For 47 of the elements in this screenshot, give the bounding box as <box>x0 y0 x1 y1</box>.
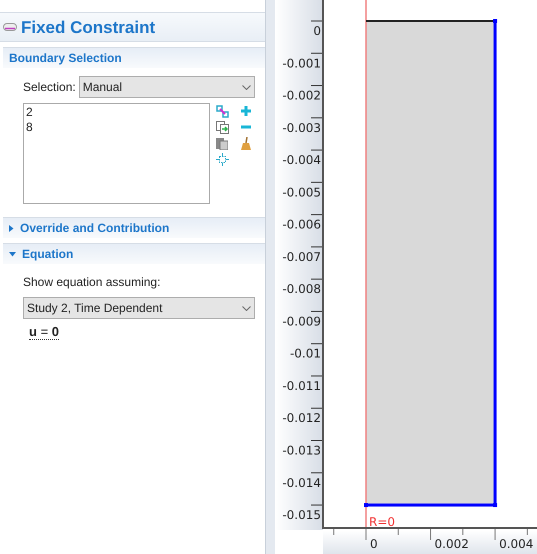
list-item[interactable]: 2 <box>26 105 33 120</box>
equation-label: Show equation assuming: <box>23 274 160 291</box>
link-icon[interactable] <box>216 105 229 118</box>
y-tick-label: -0.001 <box>282 56 321 70</box>
panel-title: Fixed Constraint <box>21 18 156 36</box>
selection-dropdown[interactable]: Manual <box>78 76 255 98</box>
boundary-edge[interactable] <box>494 21 497 506</box>
y-tick-label: -0.013 <box>282 444 321 458</box>
x-tick-label: 0 <box>370 537 378 551</box>
y-tick-label: -0.012 <box>282 411 321 426</box>
y-tick-label: -0.003 <box>282 120 321 135</box>
vertex-point <box>364 503 368 508</box>
copy-arrow-icon[interactable] <box>216 121 229 134</box>
y-tick-label: -0.007 <box>282 250 321 264</box>
boundary-edge[interactable] <box>366 504 496 507</box>
plus-icon[interactable] <box>240 105 252 117</box>
x-tick-label: 0.004 <box>499 537 534 551</box>
section-header[interactable]: Equation <box>3 243 265 264</box>
y-tick-label: -0.008 <box>282 282 321 296</box>
list-item[interactable]: 8 <box>26 120 33 135</box>
collapse-triangle-icon <box>9 252 16 256</box>
broom-icon[interactable] <box>240 137 252 150</box>
y-tick-label: -0.005 <box>282 185 321 200</box>
y-tick-label: -0.01 <box>290 346 321 361</box>
y-tick-label: -0.011 <box>282 378 321 393</box>
equation: u = 0 <box>29 324 60 340</box>
y-tick-label: -0.009 <box>282 314 321 328</box>
zoom-selection-icon[interactable] <box>216 153 229 166</box>
y-tick-label: -0.004 <box>282 153 321 168</box>
chevron-icon <box>242 84 251 90</box>
y-tick-label: -0.015 <box>282 508 321 522</box>
study-dropdown[interactable]: Study 2, Time Dependent <box>23 297 255 319</box>
clipboard-icon[interactable] <box>216 137 228 150</box>
y-tick-label: -0.006 <box>282 218 321 232</box>
constraint-icon <box>3 23 17 31</box>
axis-label: R=0 <box>369 515 396 529</box>
section-header[interactable]: Override and Contribution <box>3 217 265 238</box>
expand-triangle-icon <box>9 224 14 232</box>
vertex-point <box>493 19 498 23</box>
chevron-icon <box>242 306 251 310</box>
selection-list[interactable]: 2 8 <box>23 103 210 204</box>
section-header[interactable]: Boundary Selection <box>3 47 265 68</box>
y-tick-label: 0 <box>313 24 321 38</box>
y-tick-label: -0.014 <box>282 476 321 490</box>
selection-label: Selection: <box>23 79 76 96</box>
y-tick-label: -0.002 <box>282 88 321 103</box>
x-tick-label: 0.002 <box>434 537 469 551</box>
